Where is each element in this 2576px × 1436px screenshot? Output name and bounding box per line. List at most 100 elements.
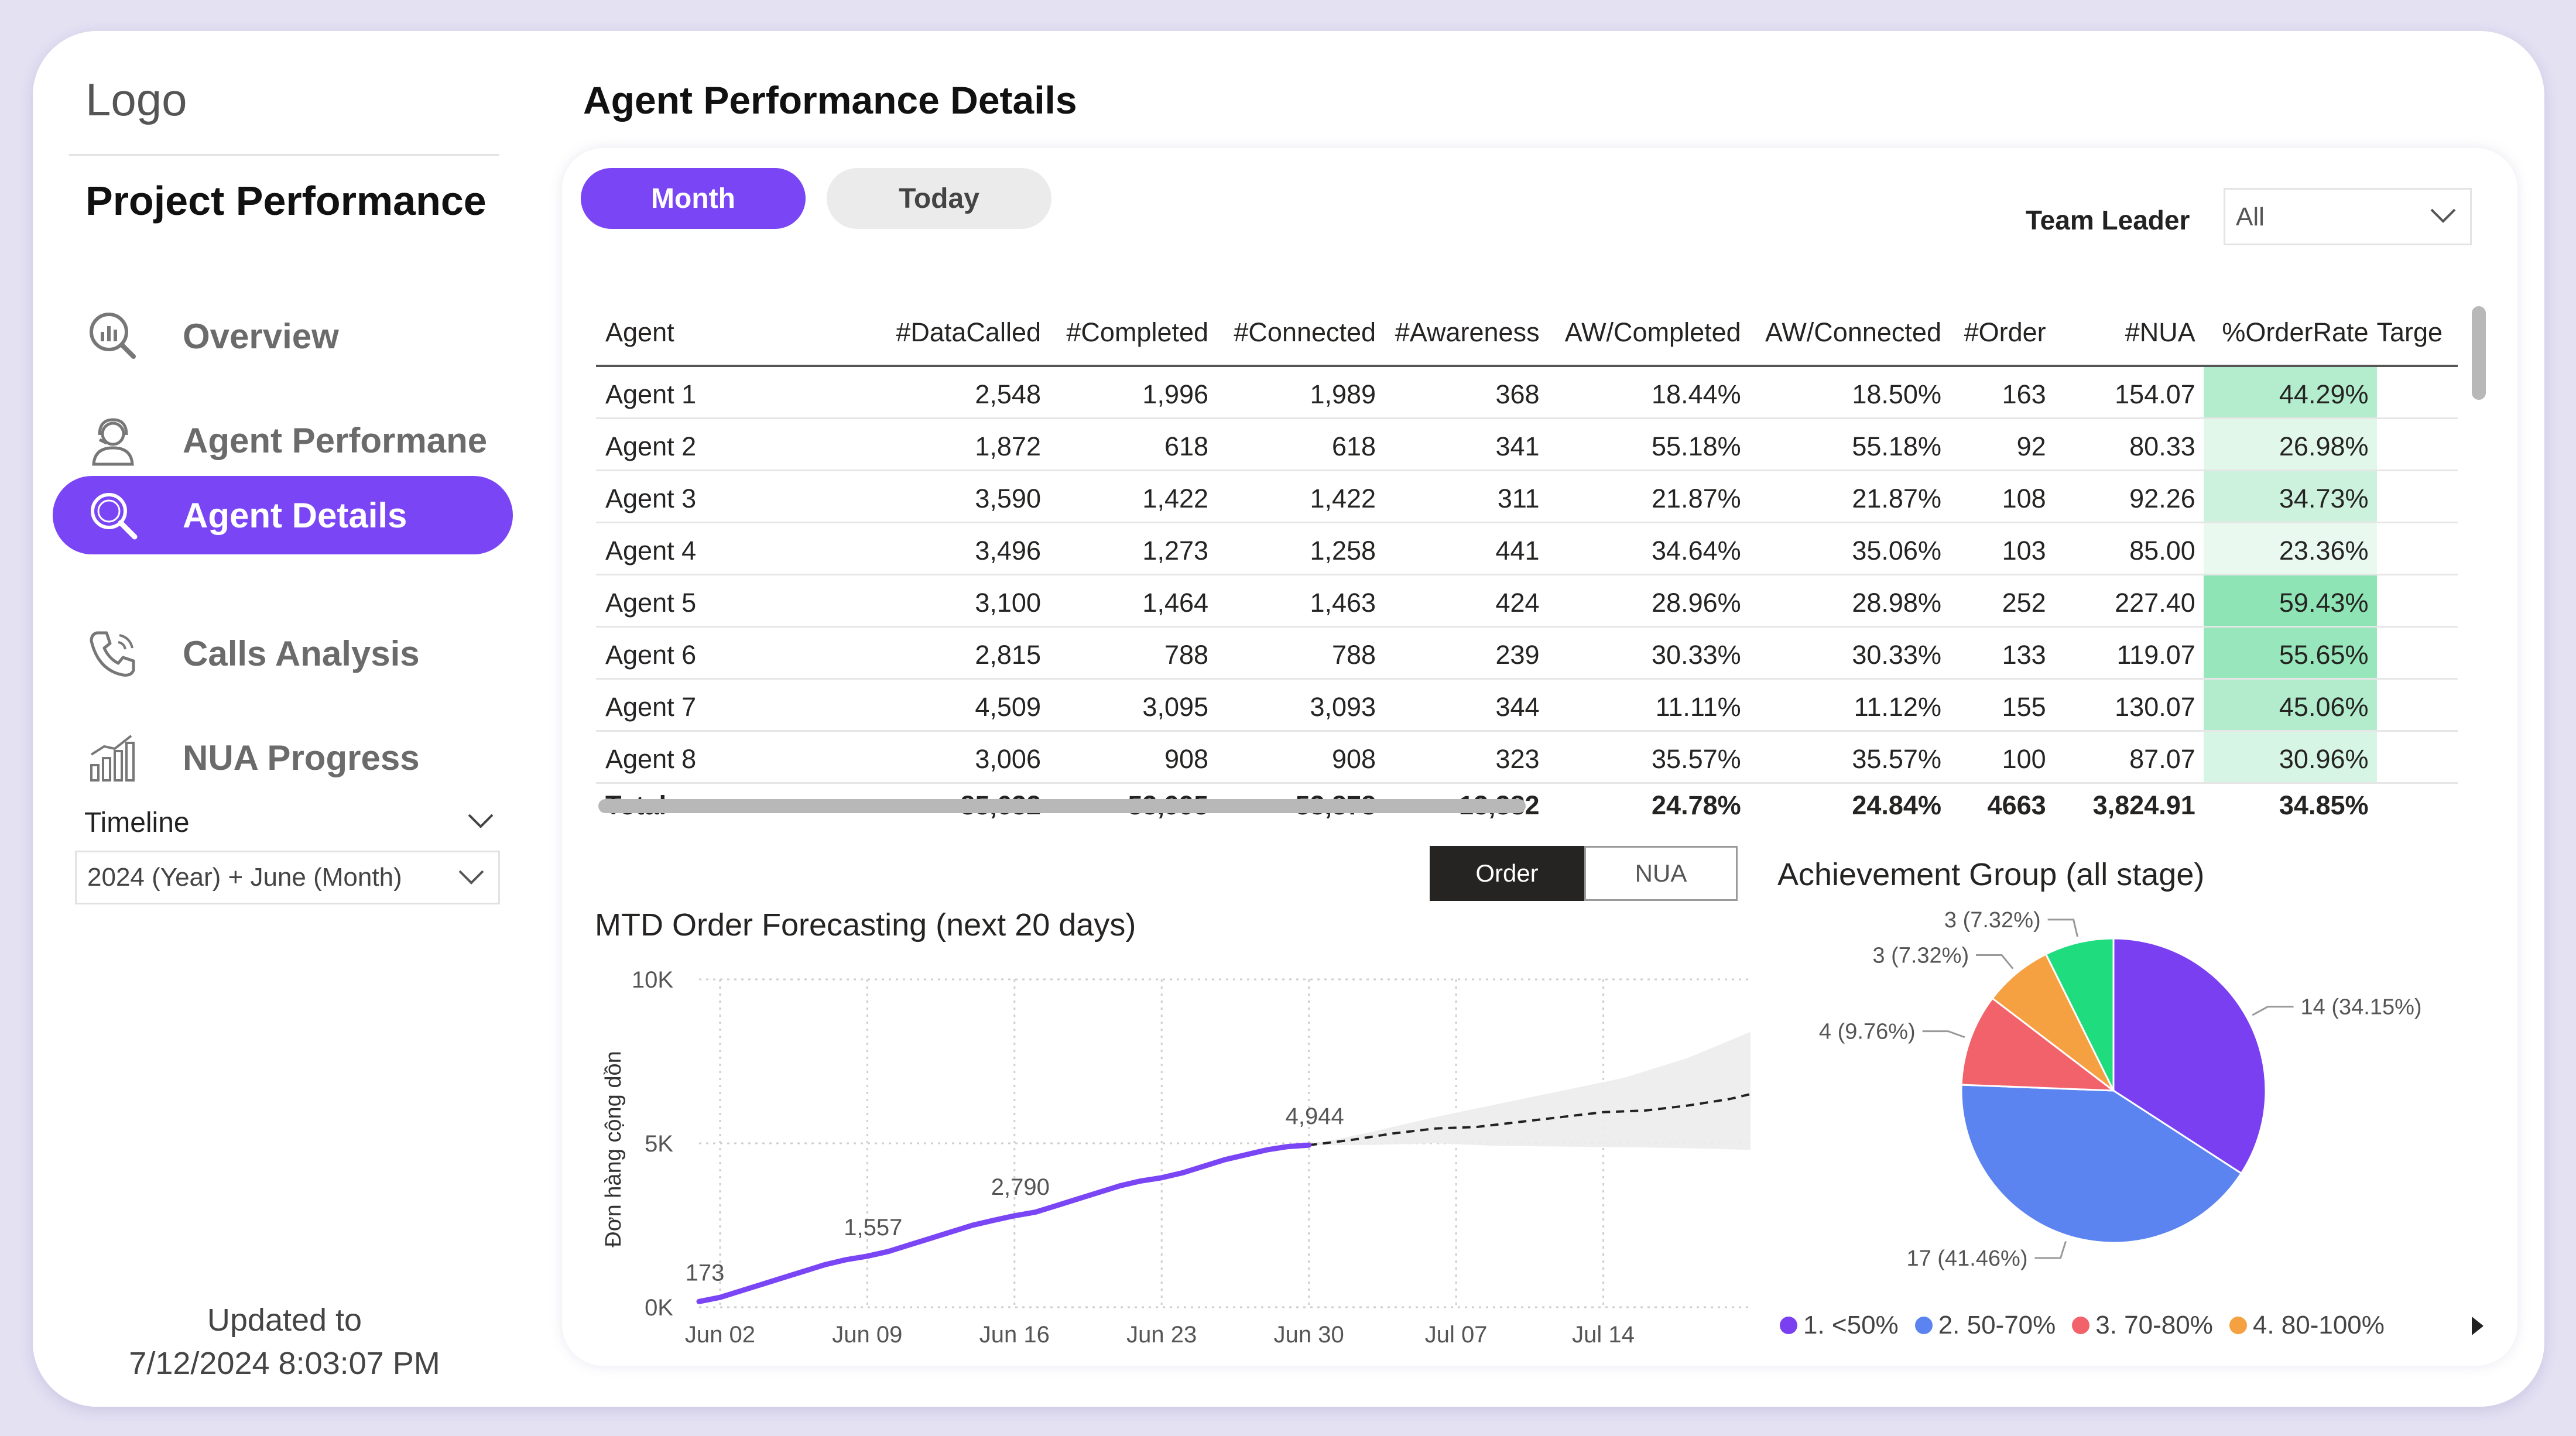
column-header[interactable]: Targe: [2376, 300, 2458, 367]
table-cell: [2376, 678, 2458, 732]
column-header[interactable]: #Completed: [1049, 300, 1217, 367]
total-cell: [2376, 782, 2458, 825]
vertical-scrollbar[interactable]: [2472, 306, 2486, 400]
table-cell: 11.12%: [1749, 678, 1950, 732]
table-cell: 2,815: [877, 626, 1049, 680]
column-header[interactable]: Agent: [596, 300, 878, 367]
forecast-line-chart: 10K 5K 0K Jun 02 Jun 09 Jun 16 Jun 23 Jun 30 Jul…: [601, 967, 1751, 1348]
pie-data-label: 17 (41.46%): [1906, 1246, 2027, 1271]
agent-table[interactable]: Agent #DataCalled #Completed #Connected …: [596, 300, 2458, 909]
table-row[interactable]: Agent 3 3,590 1,422 1,422 311 21.87% 21.87% 108…: [596, 470, 2458, 523]
data-label: 1,557: [844, 1215, 902, 1240]
toggle-nua[interactable]: NUA: [1584, 846, 1738, 901]
table-cell: 1,872: [877, 418, 1049, 471]
table-cell: 87.07: [2054, 731, 2204, 784]
chevron-down-icon[interactable]: [463, 807, 498, 836]
team-leader-label: Team Leader: [2026, 205, 2190, 235]
pie-data-label: 14 (34.15%): [2301, 995, 2422, 1020]
tab-month[interactable]: Month: [581, 168, 806, 229]
chevron-down-icon: [458, 870, 484, 885]
timeline-dropdown[interactable]: 2024 (Year) + June (Month): [75, 851, 500, 904]
data-label: 2,790: [991, 1174, 1050, 1200]
nav-item-calls-analysis[interactable]: Calls Analysis: [53, 614, 513, 693]
table-row[interactable]: Agent 6 2,815 788 788 239 30.33% 30.33% 133 119.…: [596, 626, 2458, 680]
x-tick-label: Jul 07: [1425, 1322, 1488, 1348]
agent-details-table: Agent #DataCalled #Completed #Connected …: [596, 300, 2458, 825]
legend-dot-icon: [2229, 1317, 2247, 1334]
table-cell: 103: [1949, 522, 2054, 575]
table-cell: Agent 6: [596, 626, 878, 680]
team-leader-dropdown[interactable]: All: [2224, 188, 2472, 245]
pie-leader-line: [1922, 1030, 1965, 1039]
table-cell: Agent 3: [596, 470, 878, 523]
table-cell: 3,093: [1217, 678, 1385, 732]
table-cell: 441: [1384, 522, 1548, 575]
column-header[interactable]: AW/Completed: [1547, 300, 1749, 367]
table-row[interactable]: Agent 7 4,509 3,095 3,093 344 11.11% 11.12% 155…: [596, 678, 2458, 732]
nav-item-agent-performance[interactable]: Agent Performane: [53, 401, 513, 479]
table-row[interactable]: Agent 4 3,496 1,273 1,258 441 34.64% 35.06% 103…: [596, 522, 2458, 575]
legend-item[interactable]: 1. <50%: [1780, 1311, 1899, 1340]
data-label: 173: [686, 1260, 725, 1286]
column-header[interactable]: #Awareness: [1384, 300, 1548, 367]
table-cell: 18.44%: [1547, 366, 1749, 419]
table-cell: 3,496: [877, 522, 1049, 575]
table-cell: 92: [1949, 418, 2054, 471]
table-cell: Agent 4: [596, 522, 878, 575]
tab-today[interactable]: Today: [827, 168, 1051, 229]
column-header[interactable]: %OrderRate: [2203, 300, 2377, 367]
legend-label: 4. 80-100%: [2252, 1311, 2385, 1339]
table-cell: 23.36%: [2203, 522, 2377, 575]
column-header[interactable]: #DataCalled: [877, 300, 1049, 367]
table-cell: 155: [1949, 678, 2054, 732]
table-cell: 252: [1949, 574, 2054, 628]
magnifier-icon: [91, 493, 138, 540]
legend-item[interactable]: 2. 50-70%: [1914, 1311, 2056, 1340]
nav-item-nua-progress[interactable]: NUA Progress: [53, 718, 513, 797]
legend-next-arrow-icon[interactable]: [2472, 1317, 2483, 1335]
table-cell: 908: [1049, 731, 1217, 784]
column-header[interactable]: #Connected: [1217, 300, 1385, 367]
table-cell: 119.07: [2054, 626, 2204, 680]
horizontal-scrollbar[interactable]: [598, 799, 1526, 813]
toggle-order[interactable]: Order: [1430, 846, 1584, 901]
table-cell: Agent 5: [596, 574, 878, 628]
pie-data-label: 3 (7.32%): [1872, 944, 1969, 968]
nav-item-agent-details[interactable]: Agent Details: [53, 476, 513, 554]
x-tick-label: Jun 23: [1126, 1322, 1197, 1348]
legend-item[interactable]: 4. 80-100%: [2229, 1311, 2385, 1340]
table-cell: 21.87%: [1547, 470, 1749, 523]
table-cell: 26.98%: [2203, 418, 2377, 471]
table-cell: 18.50%: [1749, 366, 1950, 419]
table-row[interactable]: Agent 1 2,548 1,996 1,989 368 18.44% 18.50% 163…: [596, 366, 2458, 419]
table-cell: 30.96%: [2203, 731, 2377, 784]
column-header[interactable]: #Order: [1949, 300, 2054, 367]
table-row[interactable]: Agent 5 3,100 1,464 1,463 424 28.96% 28.98% 252…: [596, 574, 2458, 628]
x-tick-label: Jun 16: [979, 1322, 1050, 1348]
agent-headset-icon: [92, 418, 134, 466]
column-header[interactable]: AW/Connected: [1749, 300, 1950, 367]
table-cell: 3,006: [877, 731, 1049, 784]
legend-item[interactable]: 3. 70-80%: [2072, 1311, 2213, 1340]
table-cell: 45.06%: [2203, 678, 2377, 732]
legend-label: 3. 70-80%: [2095, 1311, 2213, 1339]
table-cell: 618: [1049, 418, 1217, 471]
table-cell: 80.33: [2054, 418, 2204, 471]
nav-item-overview[interactable]: Overview: [53, 297, 513, 375]
updated-label: Updated to: [207, 1303, 362, 1338]
table-cell: 341: [1384, 418, 1548, 471]
y-tick-label: 10K: [632, 967, 673, 993]
nav-label: Calls Analysis: [183, 633, 420, 673]
nav-label: NUA Progress: [183, 738, 420, 777]
pie-leader-line: [2252, 1006, 2294, 1016]
column-header[interactable]: #NUA: [2054, 300, 2204, 367]
table-row[interactable]: Agent 8 3,006 908 908 323 35.57% 35.57% 100 87.0…: [596, 731, 2458, 784]
table-row[interactable]: Agent 2 1,872 618 618 341 55.18% 55.18% 92 80.33…: [596, 418, 2458, 471]
table-cell: Agent 2: [596, 418, 878, 471]
table-cell: [2376, 418, 2458, 471]
table-cell: 1,273: [1049, 522, 1217, 575]
table-cell: [2376, 366, 2458, 419]
table-cell: 130.07: [2054, 678, 2204, 732]
content-panel: Month Today Team Leader All Agent #DataC…: [562, 148, 2517, 1366]
table-cell: 55.18%: [1547, 418, 1749, 471]
